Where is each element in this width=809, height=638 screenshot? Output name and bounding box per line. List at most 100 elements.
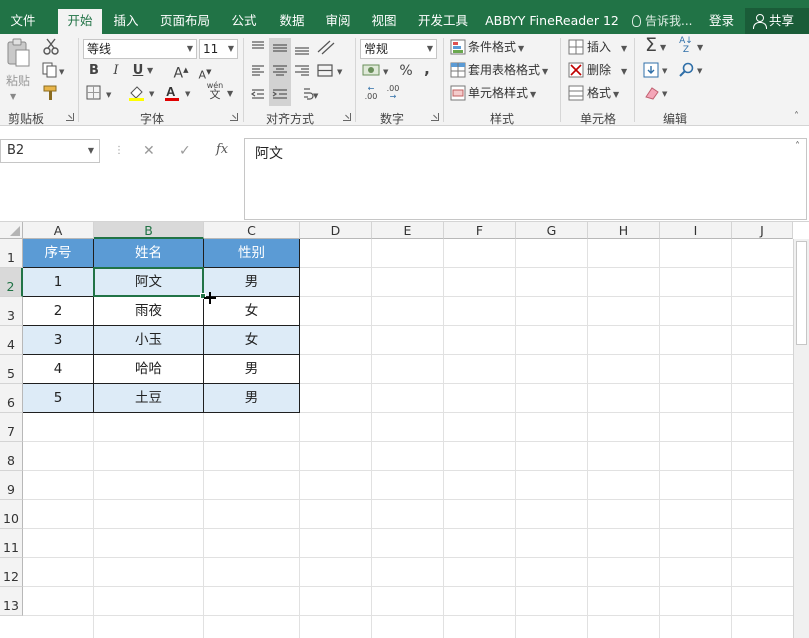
row-header-13[interactable]: 13	[0, 587, 23, 616]
insert-cells-button[interactable]: 插入 ▼	[587, 38, 627, 58]
tab-view[interactable]: 视图	[364, 9, 404, 33]
table-cell[interactable]: 哈哈	[94, 355, 204, 384]
table-cell[interactable]: 女	[204, 297, 300, 326]
table-cell[interactable]: 雨夜	[94, 297, 204, 326]
font-name-dropdown[interactable]: 等线 ▼	[83, 39, 197, 59]
borders-icon[interactable]: ▼	[86, 85, 118, 101]
tab-abbyy[interactable]: ABBYY FineReader 12	[482, 9, 622, 33]
number-format-dropdown[interactable]: 常规 ▼	[360, 39, 437, 59]
sort-dropdown-icon[interactable]: ▼	[697, 39, 703, 57]
table-cell[interactable]: 阿文	[94, 268, 204, 297]
enter-icon[interactable]: ✓	[179, 142, 191, 160]
tab-data[interactable]: 数据	[272, 9, 312, 33]
cell-styles-button[interactable]: 单元格样式 ▼	[468, 84, 536, 104]
table-cell[interactable]: 男	[204, 268, 300, 297]
scrollbar-thumb[interactable]	[796, 241, 807, 345]
table-cell[interactable]: 土豆	[94, 384, 204, 413]
increase-decimal-button[interactable]: ← .00	[362, 85, 380, 101]
find-select-icon[interactable]: ▼	[679, 62, 707, 78]
formula-input[interactable]: 阿文 ˄	[244, 138, 807, 220]
italic-button[interactable]: I	[108, 62, 124, 80]
table-cell[interactable]: 3	[23, 326, 94, 355]
grow-font-button[interactable]: A▲	[172, 61, 190, 83]
tab-home[interactable]: 开始	[58, 9, 102, 34]
table-cell[interactable]: 小玉	[94, 326, 204, 355]
row-header-1[interactable]: 1	[0, 239, 23, 268]
table-header-cell[interactable]: 性别	[204, 239, 300, 268]
format-cells-button[interactable]: 格式 ▼	[587, 84, 619, 104]
column-header-b[interactable]: B	[94, 222, 204, 239]
column-header-f[interactable]: F	[444, 222, 516, 239]
row-header-5[interactable]: 5	[0, 355, 23, 384]
alignment-launcher-icon[interactable]	[343, 113, 351, 121]
sort-filter-icon[interactable]: A↓ Z	[678, 37, 694, 55]
conditional-formatting-button[interactable]: 条件格式 ▼	[468, 38, 524, 58]
column-header-g[interactable]: G	[516, 222, 588, 239]
number-launcher-icon[interactable]	[431, 113, 439, 121]
tab-file[interactable]: 文件	[0, 9, 46, 33]
comma-style-button[interactable]: ,	[420, 60, 434, 78]
autosum-icon[interactable]: Σ	[642, 36, 660, 55]
paste-dropdown-icon[interactable]: ▼	[10, 88, 16, 106]
decrease-decimal-button[interactable]: .00 →	[384, 85, 402, 101]
tab-insert[interactable]: 插入	[106, 9, 146, 33]
name-box[interactable]: B2 ▼	[0, 139, 100, 163]
table-cell[interactable]: 4	[23, 355, 94, 384]
row-header-9[interactable]: 9	[0, 471, 23, 500]
underline-dropdown-icon[interactable]: ▼	[147, 62, 153, 80]
format-as-table-button[interactable]: 套用表格格式 ▼	[468, 61, 548, 81]
row-header-3[interactable]: 3	[0, 297, 23, 326]
table-cell[interactable]: 男	[204, 355, 300, 384]
column-header-h[interactable]: H	[588, 222, 660, 239]
tab-page-layout[interactable]: 页面布局	[153, 9, 217, 33]
bold-button[interactable]: B	[86, 62, 102, 80]
paste-icon[interactable]	[5, 38, 31, 68]
vertical-scrollbar[interactable]	[793, 239, 809, 638]
column-header-c[interactable]: C	[204, 222, 300, 239]
percent-button[interactable]: %	[398, 62, 414, 80]
font-size-dropdown[interactable]: 11 ▼	[199, 39, 238, 59]
table-cell[interactable]: 1	[23, 268, 94, 297]
fill-color-icon[interactable]: ▼	[128, 84, 160, 102]
tell-me-search[interactable]: 告诉我...	[632, 9, 692, 33]
table-cell[interactable]: 男	[204, 384, 300, 413]
column-header-d[interactable]: D	[300, 222, 372, 239]
column-header-j[interactable]: J	[732, 222, 793, 239]
tab-developer[interactable]: 开发工具	[411, 9, 475, 33]
format-painter-icon[interactable]	[42, 84, 60, 102]
clipboard-launcher-icon[interactable]	[66, 113, 74, 121]
underline-button[interactable]: U	[130, 62, 146, 80]
table-header-cell[interactable]: 姓名	[94, 239, 204, 268]
fill-icon[interactable]: ▼	[643, 62, 671, 78]
table-cell[interactable]: 5	[23, 384, 94, 413]
clear-icon[interactable]: ▼	[643, 85, 671, 101]
tab-formulas[interactable]: 公式	[224, 9, 264, 33]
row-header-11[interactable]: 11	[0, 529, 23, 558]
accounting-format-icon[interactable]: ▼	[362, 62, 392, 80]
table-cell[interactable]: 女	[204, 326, 300, 355]
insert-function-button[interactable]: fx	[216, 142, 228, 157]
column-header-i[interactable]: I	[660, 222, 732, 239]
font-launcher-icon[interactable]	[230, 113, 238, 121]
row-header-8[interactable]: 8	[0, 442, 23, 471]
cut-icon[interactable]	[42, 38, 60, 56]
select-all-button[interactable]	[0, 222, 23, 239]
row-header-6[interactable]: 6	[0, 384, 23, 413]
copy-icon[interactable]: ▼	[42, 62, 68, 78]
login-button[interactable]: 登录	[709, 9, 734, 33]
row-header-4[interactable]: 4	[0, 326, 23, 355]
autosum-dropdown-icon[interactable]: ▼	[660, 39, 666, 57]
phonetic-dropdown-icon[interactable]: ▼	[227, 85, 233, 103]
table-cell[interactable]: 2	[23, 297, 94, 326]
row-header-10[interactable]: 10	[0, 500, 23, 529]
tab-review[interactable]: 审阅	[318, 9, 358, 33]
phonetic-guide-button[interactable]: wén 文	[204, 81, 226, 100]
font-color-icon[interactable]: A ▼	[164, 84, 196, 102]
column-header-e[interactable]: E	[372, 222, 444, 239]
cancel-icon[interactable]: ✕	[143, 142, 155, 160]
collapse-ribbon-icon[interactable]: ˄	[794, 108, 799, 126]
expand-formula-bar-icon[interactable]: ˄	[795, 141, 800, 152]
row-header-2[interactable]: 2	[0, 268, 23, 297]
table-header-cell[interactable]: 序号	[23, 239, 94, 268]
row-header-7[interactable]: 7	[0, 413, 23, 442]
